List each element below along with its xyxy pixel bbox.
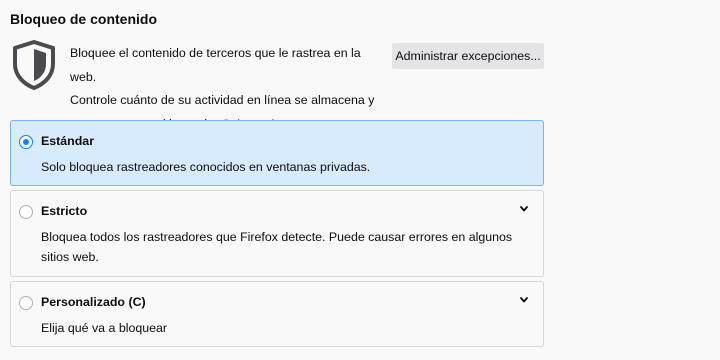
radio-strict[interactable]: [19, 205, 33, 219]
manage-exceptions-button[interactable]: Administrar excepciones...: [392, 43, 544, 69]
option-custom-description: Elija qué va a bloquear: [41, 321, 168, 335]
description-line-2: Controle cuánto de su actividad en línea…: [70, 93, 375, 107]
radio-standard[interactable]: [19, 135, 33, 149]
option-strict-description: Bloquea todos los rastreadores que Firef…: [41, 230, 513, 264]
chevron-down-icon[interactable]: [519, 204, 529, 214]
option-custom[interactable]: Personalizado (C) Elija qué va a bloquea…: [10, 281, 544, 347]
chevron-down-icon[interactable]: [519, 295, 529, 305]
option-strict[interactable]: Estricto Bloquea todos los rastreadores …: [10, 190, 544, 277]
option-standard[interactable]: Estándar Solo bloquea rastreadores conoc…: [10, 120, 544, 186]
shield-icon: [13, 40, 55, 90]
radio-custom[interactable]: [19, 296, 33, 310]
option-strict-label: Estricto: [41, 204, 88, 218]
option-standard-description: Solo bloquea rastreadores conocidos en v…: [41, 160, 371, 174]
section-title: Bloqueo de contenido: [10, 11, 157, 27]
description-line-1: Bloquee el contenido de terceros que le …: [70, 46, 361, 84]
option-custom-label: Personalizado (C): [41, 295, 146, 309]
option-standard-label: Estándar: [41, 134, 95, 148]
